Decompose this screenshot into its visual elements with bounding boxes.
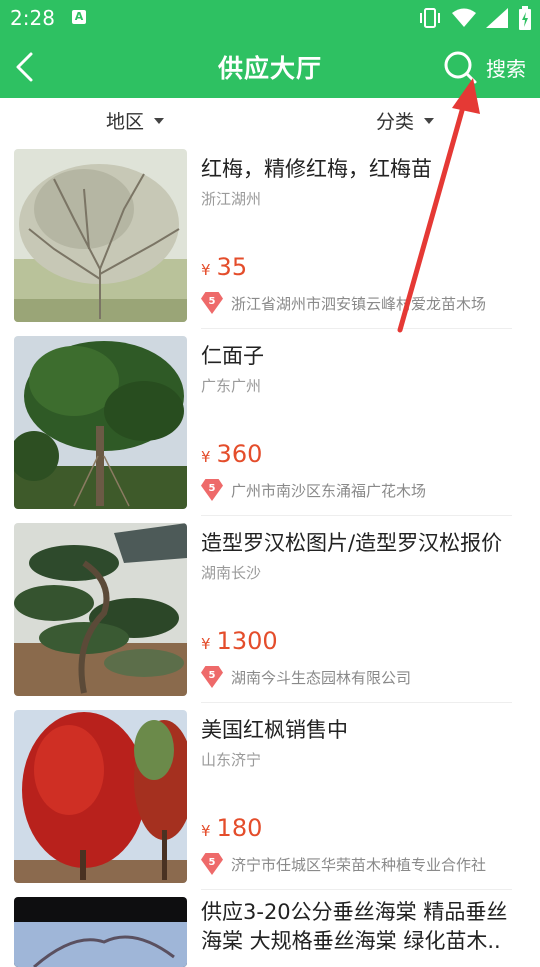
list-item[interactable]: 仁面子 广东广州 ¥ 360 5 广州市南沙区东涌福广花木场 — [0, 329, 540, 516]
signal-icon — [486, 8, 508, 28]
dropdown-arrow-icon — [424, 117, 435, 124]
listing-region: 湖南长沙 — [201, 564, 262, 582]
listing-price: ¥ 360 — [201, 440, 262, 468]
product-image — [14, 710, 187, 883]
filter-bar: 地区 分类 — [0, 98, 540, 142]
region-filter[interactable]: 地区 — [106, 107, 165, 134]
listing-title: 供应3-20公分垂丝海棠 精品垂丝海棠 大规格垂丝海棠 绿化苗木.. — [201, 900, 508, 953]
currency-symbol: ¥ — [201, 822, 211, 840]
notification-icon: A — [72, 10, 86, 24]
listing-price: ¥ 180 — [201, 814, 262, 842]
product-image — [14, 523, 187, 696]
listing-region: 广东广州 — [201, 377, 262, 395]
status-icons — [418, 6, 532, 30]
list-item[interactable]: 造型罗汉松图片/造型罗汉松报价 湖南长沙 ¥ 1300 5 湖南今斗生态园林有限… — [0, 516, 540, 703]
list-item[interactable]: 供应3-20公分垂丝海棠 精品垂丝海棠 大规格垂丝海棠 绿化苗木.. — [0, 890, 540, 967]
currency-symbol: ¥ — [201, 448, 211, 466]
list-item[interactable]: 美国红枫销售中 山东济宁 ¥ 180 5 济宁市任城区华荣苗木种植专业合作社 — [0, 703, 540, 890]
supplier-name: 湖南今斗生态园林有限公司 — [231, 668, 412, 687]
diamond-badge-icon: 5 — [201, 292, 223, 314]
battery-icon — [519, 6, 531, 30]
listing-price: ¥ 1300 — [201, 627, 278, 655]
listing-price: ¥ 35 — [201, 253, 247, 281]
listing-title: 红梅，精修红梅，红梅苗 — [201, 157, 432, 181]
category-filter-label: 分类 — [376, 111, 415, 133]
currency-symbol: ¥ — [201, 635, 211, 653]
wifi-icon — [452, 8, 476, 27]
listing-region: 浙江湖州 — [201, 190, 262, 208]
diamond-badge-icon: 5 — [201, 666, 223, 688]
app-header: 供应大厅 搜索 — [0, 36, 540, 98]
diamond-badge-icon: 5 — [201, 853, 223, 875]
product-image — [14, 336, 187, 509]
search-label: 搜索 — [486, 56, 526, 81]
diamond-badge-icon: 5 — [201, 479, 223, 501]
listing-title: 仁面子 — [201, 344, 264, 368]
listing-region: 山东济宁 — [201, 751, 262, 769]
price-value: 180 — [216, 814, 263, 842]
product-image — [14, 149, 187, 322]
search-icon — [444, 51, 477, 84]
supplier-row: 5 广州市南沙区东涌福广花木场 — [201, 479, 426, 501]
supplier-name: 济宁市任城区华荣苗木种植专业合作社 — [231, 855, 487, 874]
listing-title: 造型罗汉松图片/造型罗汉松报价 — [201, 531, 503, 555]
supplier-row: 5 济宁市任城区华荣苗木种植专业合作社 — [201, 853, 486, 875]
search-button[interactable]: 搜索 — [442, 48, 526, 86]
price-value: 360 — [216, 440, 263, 468]
status-bar: 2:28 A — [0, 0, 540, 36]
category-filter[interactable]: 分类 — [376, 107, 435, 134]
supplier-row: 5 湖南今斗生态园林有限公司 — [201, 666, 411, 688]
supplier-name: 浙江省湖州市泗安镇云峰村爱龙苗木场 — [231, 294, 487, 313]
dropdown-arrow-icon — [154, 117, 165, 124]
status-time: 2:28 — [10, 6, 55, 30]
vibrate-icon — [420, 8, 440, 28]
listing-title: 美国红枫销售中 — [201, 718, 348, 742]
region-filter-label: 地区 — [106, 111, 145, 133]
price-value: 35 — [216, 253, 248, 281]
price-value: 1300 — [216, 627, 278, 655]
currency-symbol: ¥ — [201, 261, 211, 279]
product-image — [14, 897, 187, 967]
supplier-name: 广州市南沙区东涌福广花木场 — [231, 481, 427, 500]
list-item[interactable]: 红梅，精修红梅，红梅苗 浙江湖州 ¥ 35 5 浙江省湖州市泗安镇云峰村爱龙苗木… — [0, 142, 540, 329]
supplier-row: 5 浙江省湖州市泗安镇云峰村爱龙苗木场 — [201, 292, 486, 314]
